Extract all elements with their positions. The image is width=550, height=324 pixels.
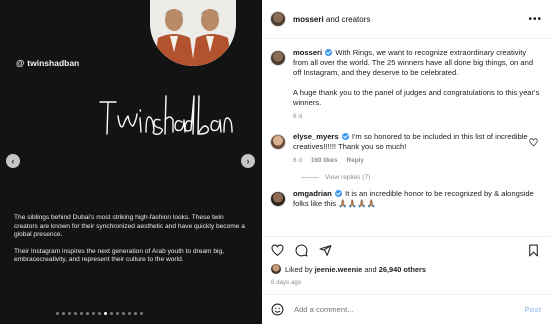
media-caption-p2: Their Instagram inspires the next genera…: [14, 247, 225, 264]
post-media[interactable]: @ twinshadban The siblings behind Dubai'…: [0, 0, 262, 324]
post-time[interactable]: 6 days ago: [271, 279, 301, 286]
twins-illustration: [150, 0, 236, 66]
avatar[interactable]: [270, 11, 286, 27]
carousel-dot: [98, 312, 101, 315]
caption-username[interactable]: mosseri: [293, 48, 322, 57]
divider: [301, 177, 319, 178]
caption-time[interactable]: 6 d: [293, 112, 302, 122]
media-handle: @ twinshadban: [16, 58, 79, 68]
share-icon[interactable]: [319, 244, 332, 257]
avatar[interactable]: [270, 50, 286, 66]
verified-icon: [341, 133, 349, 140]
chevron-left-icon[interactable]: ‹: [6, 154, 20, 168]
comment-username[interactable]: omgadrian: [293, 189, 332, 198]
carousel-dot: [128, 312, 131, 315]
avatar[interactable]: [270, 191, 286, 207]
verified-icon: [334, 190, 342, 197]
comment-meta: 6 d 160 likes Reply: [293, 156, 529, 166]
post-author[interactable]: mosseri and creators: [293, 15, 370, 24]
media-caption: The siblings behind Dubai's most strikin…: [14, 214, 246, 273]
carousel-dot: [140, 312, 143, 315]
carousel-dot: [134, 312, 137, 315]
comment-input[interactable]: [294, 305, 494, 314]
carousel-dot: [68, 312, 71, 315]
add-comment-bar: Post: [262, 294, 550, 324]
twins-photo: [150, 0, 236, 66]
comment-likes[interactable]: 160 likes: [311, 156, 338, 166]
bookmark-icon[interactable]: [527, 244, 540, 257]
heart-icon[interactable]: [529, 138, 538, 147]
likes-count[interactable]: 26,940 others: [379, 265, 426, 274]
comment-username[interactable]: elyse_myers: [293, 132, 339, 141]
post-sidebar: mosseri and creators ••• mosseri With Ri…: [262, 0, 550, 324]
carousel-dot: [80, 312, 83, 315]
carousel-dot: [86, 312, 89, 315]
post-button[interactable]: Post: [525, 305, 541, 314]
avatar[interactable]: [271, 264, 281, 274]
media-caption-p1: The siblings behind Dubai's most strikin…: [14, 214, 245, 239]
reply-button[interactable]: Reply: [347, 156, 364, 166]
caption-row: mosseri With Rings, we want to recognize…: [270, 48, 542, 122]
comment-body: elyse_myers I'm so honored to be include…: [293, 132, 529, 166]
post-author-username[interactable]: mosseri: [293, 15, 324, 24]
carousel-dot: [92, 312, 95, 315]
comment-row: omgadrian It is an incredible honor to b…: [270, 189, 542, 209]
carousel-dot: [62, 312, 65, 315]
emoji-icon[interactable]: [271, 303, 284, 316]
at-icon: @: [16, 58, 25, 68]
carousel-dot: [104, 312, 107, 315]
signature-graphic: [99, 95, 233, 135]
carousel-dot: [122, 312, 125, 315]
carousel-dot: [116, 312, 119, 315]
post-actions: [262, 236, 550, 260]
carousel-dots: [56, 312, 143, 315]
avatar[interactable]: [270, 134, 286, 150]
view-replies[interactable]: View replies (7): [301, 174, 542, 181]
comment-body: omgadrian It is an incredible honor to b…: [293, 189, 537, 209]
caption-meta: 6 d: [293, 112, 542, 122]
likes-and: and: [364, 264, 377, 274]
comment-icon[interactable]: [295, 244, 308, 257]
more-horizontal-icon[interactable]: •••: [528, 14, 542, 25]
post-header: mosseri and creators •••: [262, 0, 550, 39]
heart-icon[interactable]: [271, 244, 284, 257]
likes-prefix: Liked by: [285, 264, 313, 274]
comments-list: mosseri With Rings, we want to recognize…: [262, 40, 550, 236]
comment-row: elyse_myers I'm so honored to be include…: [270, 132, 542, 166]
likes-user[interactable]: jeenie.weenie: [315, 265, 363, 274]
likes-summary: Liked by jeenie.weenie and 26,940 others: [271, 264, 426, 274]
carousel-dot: [110, 312, 113, 315]
caption-text-2: A huge thank you to the panel of judges …: [293, 88, 540, 107]
carousel-dot: [56, 312, 59, 315]
comment-time[interactable]: 6 d: [293, 156, 302, 166]
verified-icon: [325, 49, 333, 56]
post-author-suffix: and creators: [325, 14, 371, 24]
view-replies-label[interactable]: View replies (7): [325, 174, 370, 181]
caption-body: mosseri With Rings, we want to recognize…: [293, 48, 542, 122]
carousel-dot: [74, 312, 77, 315]
chevron-right-icon[interactable]: ›: [241, 154, 255, 168]
media-handle-text: twinshadban: [27, 58, 80, 68]
